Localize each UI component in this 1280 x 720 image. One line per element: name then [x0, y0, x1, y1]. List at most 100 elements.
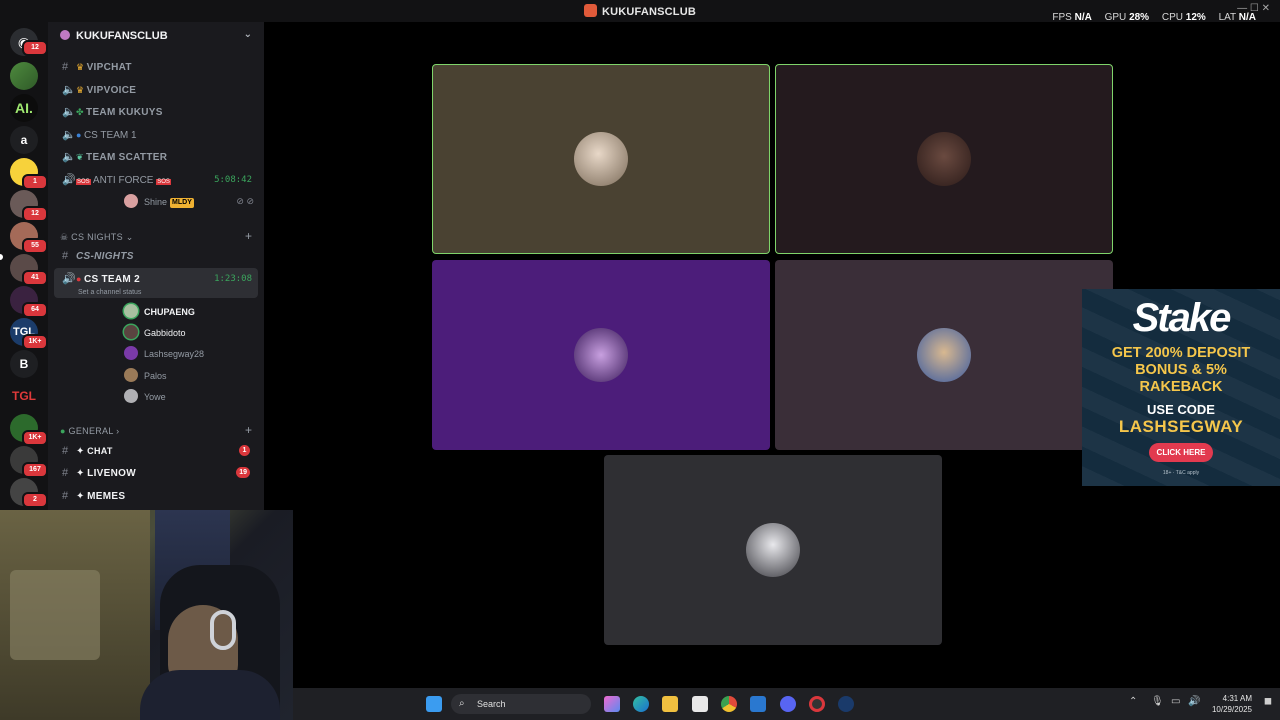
participant-tile[interactable] — [775, 64, 1113, 254]
server-badge: 2 — [22, 492, 48, 508]
ad-click-button[interactable]: CLICK HERE — [1148, 443, 1214, 462]
server-badge: 64 — [22, 302, 48, 318]
channel-anti-force[interactable]: 🔊SOS ANTI FORCE SOS 5:08:42 — [54, 169, 258, 191]
participant-tile[interactable] — [775, 260, 1113, 450]
notification-icon[interactable]: ◼ — [1264, 696, 1272, 707]
channel-livenow[interactable]: # ✦ LIVENOW 19 — [54, 462, 258, 484]
file-explorer-icon[interactable] — [662, 696, 678, 712]
ad-promo-code: LASHSEGWAY — [1118, 417, 1244, 436]
gpu-label: GPU 28% — [1104, 12, 1150, 23]
skull-icon: ☠ — [60, 232, 72, 242]
app-logo-icon — [583, 4, 597, 17]
server-icon-pepe[interactable] — [10, 62, 38, 90]
user-name: Palos — [144, 371, 167, 381]
server-badge: 1K+ — [22, 334, 48, 350]
add-channel-icon[interactable]: + — [245, 229, 252, 243]
category-cs-nights[interactable]: ☠ CS NIGHTS ⌄ — [60, 232, 134, 243]
muted-deafened-icon: ⊘ ⊘ — [236, 196, 254, 206]
ad-headline-1: GET 200% DEPOSIT — [1111, 345, 1251, 361]
obs-icon[interactable] — [809, 696, 825, 712]
participant-avatar — [574, 132, 628, 186]
channel-cs-nights[interactable]: # CS-NIGHTS — [54, 245, 258, 267]
microphone-icon[interactable]: 🎙 — [1151, 696, 1164, 707]
server-badge: 41 — [22, 270, 48, 286]
copilot-icon[interactable] — [604, 696, 620, 712]
ad-use-code: USE CODE — [1147, 402, 1215, 417]
channel-name: TEAM SCATTER — [86, 152, 168, 163]
channel-vipchat[interactable]: # ♛ VIPCHAT — [54, 56, 258, 78]
avatar — [124, 368, 138, 382]
participant-tile[interactable] — [432, 64, 770, 254]
channel-sidebar: KUKUFANSCLUB ⌄ # ♛ VIPCHAT 🔈♛ VIPVOICE 🔈✤… — [48, 22, 264, 510]
window-controls[interactable]: — ☐ ✕ — [1237, 3, 1270, 14]
avatar — [124, 304, 138, 318]
participant-avatar — [917, 132, 971, 186]
add-channel-icon[interactable]: + — [245, 423, 252, 437]
hash-icon: # — [62, 467, 69, 479]
window-title-text: KUKUFANSCLUB — [601, 6, 697, 18]
voice-user[interactable]: Lashsegway28 — [124, 344, 204, 364]
channel-name: CHAT — [87, 446, 113, 456]
unread-badge: 19 — [236, 467, 250, 478]
server-rail: ◉ 12 AI. a 1 12 55 41 64 TGL 1K+ B TGL 1… — [0, 22, 48, 510]
ad-fineprint: 18+ · T&C apply — [1162, 470, 1200, 476]
server-header[interactable]: KUKUFANSCLUB ⌄ — [48, 22, 264, 52]
server-name: KUKUFANSCLUB — [76, 30, 168, 42]
windows-start-icon[interactable] — [426, 696, 442, 712]
webcam-body — [140, 670, 280, 720]
crown-icon: ♛ — [76, 62, 87, 72]
server-icon-a[interactable]: a — [10, 126, 38, 154]
channel-memes[interactable]: # ✦ MEMES — [54, 485, 258, 507]
channel-team-scatter[interactable]: 🔈❦ TEAM SCATTER — [54, 146, 258, 168]
sponsor-ad[interactable]: Stake GET 200% DEPOSIT BONUS & 5% RAKEBA… — [1082, 289, 1280, 486]
steam-icon[interactable] — [838, 696, 854, 712]
mail-icon[interactable] — [750, 696, 766, 712]
store-icon[interactable] — [692, 696, 708, 712]
channel-team-kukuys[interactable]: 🔈✤ TEAM KUKUYS — [54, 101, 258, 123]
taskbar-clock[interactable]: 4:31 AM 10/29/2025 — [1212, 693, 1252, 715]
participant-tile[interactable] — [604, 455, 942, 645]
channel-cs-team-1[interactable]: 🔈● CS TEAM 1 — [54, 124, 258, 146]
server-icon-red-tgl[interactable]: TGL — [10, 382, 38, 410]
chrome-icon[interactable] — [721, 696, 737, 712]
chevron-down-icon[interactable]: ⌄ — [244, 29, 252, 40]
server-icon-b[interactable]: B — [10, 350, 38, 378]
server-icon-ai[interactable]: AI. — [10, 94, 38, 122]
channel-cs-team-2[interactable]: 🔊● CS TEAM 2 1:23:08 Set a channel statu… — [54, 268, 258, 298]
user-name: Gabbidoto — [144, 328, 186, 338]
voice-user[interactable]: Shine MLDY — [124, 192, 194, 212]
voice-user[interactable]: CHUPAENG — [124, 302, 195, 322]
discord-taskbar-icon[interactable] — [780, 696, 796, 712]
avatar — [124, 325, 138, 339]
speaker-icon: 🔈 — [62, 106, 76, 118]
voice-user[interactable]: Yowe — [124, 387, 166, 407]
participant-tile[interactable] — [432, 260, 770, 450]
server-badge: 167 — [22, 462, 48, 478]
channel-status[interactable]: Set a channel status — [78, 282, 141, 304]
fps-label: FPS N/A — [1052, 12, 1092, 23]
taskbar-search[interactable]: ⌕ Search — [451, 694, 591, 714]
channel-name: TEAM KUKUYS — [86, 107, 163, 118]
hash-icon: # — [62, 445, 69, 457]
user-name: CHUPAENG — [144, 307, 195, 317]
server-badge: 55 — [22, 238, 48, 254]
network-icon[interactable]: ▭ — [1171, 696, 1180, 707]
cpu-label: CPU 12% — [1161, 12, 1206, 23]
channel-chat[interactable]: # ✦ CHAT 1 — [54, 440, 258, 462]
avatar — [124, 346, 138, 360]
hash-icon: # — [62, 250, 69, 262]
channel-vipvoice[interactable]: 🔈♛ VIPVOICE — [54, 79, 258, 101]
chevron-up-icon[interactable]: ⌃ — [1129, 696, 1137, 707]
voice-user[interactable]: Gabbidoto — [124, 323, 186, 343]
hash-icon: # — [62, 61, 69, 73]
server-icon — [60, 30, 70, 40]
category-general[interactable]: ● GENERAL › — [60, 426, 119, 436]
clock-date: 10/29/2025 — [1211, 705, 1252, 714]
server-badge: 1 — [22, 174, 48, 190]
voice-user[interactable]: Palos — [124, 366, 167, 386]
clock-time: 4:31 AM — [1222, 694, 1252, 703]
volume-icon[interactable]: 🔊 — [1188, 696, 1200, 707]
edge-icon[interactable] — [633, 696, 649, 712]
channel-name: CS TEAM 1 — [83, 130, 137, 141]
search-icon: ⌕ — [459, 698, 465, 709]
